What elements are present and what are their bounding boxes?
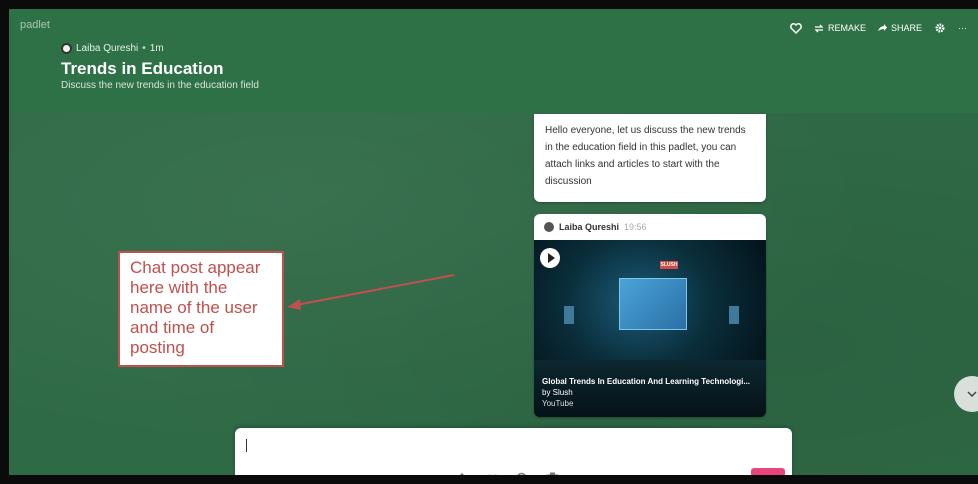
board-author: Laiba Qureshi • 1m — [61, 43, 164, 54]
remake-label: REMAKE — [827, 23, 866, 33]
stage-light-left — [564, 306, 574, 324]
stage-light-right — [729, 306, 739, 324]
more-tools-button[interactable]: ··· — [574, 470, 590, 475]
author-name: Laiba Qureshi — [76, 43, 139, 54]
board-age: 1m — [149, 43, 164, 54]
link-button[interactable] — [484, 470, 500, 475]
post-composer: CANCEL ··· POST — [235, 428, 792, 475]
post-card[interactable]: Hello everyone, let us discuss the new t… — [534, 114, 766, 202]
board-header: padlet Laiba Qureshi • 1m Trends in Educ… — [9, 9, 978, 113]
camera-icon — [545, 472, 559, 475]
padlet-logo[interactable]: padlet — [20, 19, 50, 31]
search-button[interactable] — [514, 470, 530, 475]
composer-text-input[interactable] — [246, 439, 247, 452]
upload-button[interactable] — [454, 470, 470, 475]
board-title: Trends in Education — [61, 59, 224, 78]
post-header: Laiba Qureshi 19:56 — [534, 214, 766, 240]
annotation-callout: Chat post appear here with the name of t… — [118, 251, 284, 367]
gear-icon — [935, 23, 945, 33]
stage-brand-sign: SLUSH — [660, 261, 678, 269]
upload-icon — [459, 472, 465, 475]
post-author: Laiba Qureshi — [559, 222, 620, 232]
chevron-down-icon — [967, 391, 977, 397]
author-avatar — [61, 43, 72, 54]
play-icon — [547, 253, 555, 263]
video-source: YouTube — [542, 399, 574, 408]
board-subtitle: Discuss the new trends in the education … — [61, 80, 259, 91]
remake-icon — [814, 24, 824, 32]
video-thumbnail[interactable]: SLUSH Global Trends In Education And Lea… — [534, 240, 766, 417]
play-button[interactable] — [540, 248, 560, 268]
separator-dot: • — [142, 43, 146, 54]
composer-tools: ··· — [454, 470, 590, 475]
like-button[interactable] — [790, 22, 802, 34]
user-avatar — [544, 222, 554, 232]
post-button[interactable]: POST — [751, 468, 785, 475]
share-label: SHARE — [890, 23, 922, 33]
more-options-button[interactable]: ··· — [958, 23, 967, 33]
camera-button[interactable] — [544, 470, 560, 475]
share-button[interactable]: SHARE — [877, 23, 922, 33]
search-icon — [516, 472, 526, 475]
remake-button[interactable]: REMAKE — [814, 23, 866, 33]
stage-screen — [619, 278, 687, 330]
post-body: Hello everyone, let us discuss the new t… — [545, 125, 746, 187]
settings-button[interactable] — [934, 22, 946, 34]
header-toolbar: REMAKE SHARE ··· — [790, 21, 978, 35]
cancel-button[interactable]: CANCEL — [246, 474, 284, 475]
video-by: by Slush — [542, 388, 573, 397]
screenshot-frame: padlet Laiba Qureshi • 1m Trends in Educ… — [0, 0, 978, 484]
video-caption: Global Trends In Education And Learning … — [542, 376, 750, 409]
video-title[interactable]: Global Trends In Education And Learning … — [542, 376, 750, 387]
link-icon — [486, 474, 498, 475]
post-time: 19:56 — [624, 222, 647, 232]
post-card-video[interactable]: Laiba Qureshi 19:56 SLUSH Global Trends … — [534, 214, 766, 417]
brand-sign-text: SLUSH — [660, 262, 678, 268]
share-icon — [877, 24, 887, 31]
heart-icon — [790, 22, 802, 34]
